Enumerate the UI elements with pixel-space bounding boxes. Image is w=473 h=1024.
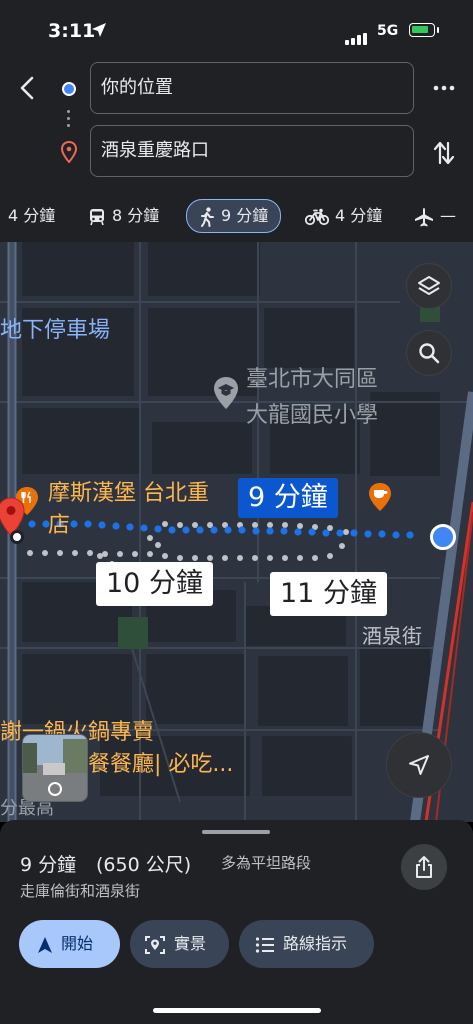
- mode-bike-label: 4 分鐘: [335, 206, 383, 225]
- mode-transit[interactable]: 8 分鐘: [88, 200, 159, 232]
- battery-icon: [409, 23, 439, 37]
- home-indicator[interactable]: [153, 1008, 321, 1013]
- mode-walk-label: 9 分鐘: [221, 206, 269, 225]
- summary-via: 走庫倫街和酒泉街: [20, 882, 141, 900]
- school-pin-icon[interactable]: [212, 376, 240, 410]
- mode-drive[interactable]: 4 分鐘: [8, 200, 55, 232]
- status-bar: 3:11 5G: [0, 0, 473, 60]
- navigation-arrow-icon: [409, 755, 429, 775]
- parking-label[interactable]: 地下停車場: [0, 312, 110, 344]
- restaurant-label-line1: 摩斯漢堡 台北重: [48, 481, 209, 506]
- summary-distance: (650 公尺): [96, 854, 192, 876]
- route-summary-sheet: 9 分鐘 (650 公尺) 多為平坦路段 走庫倫街和酒泉街 開始 實景 路線指示: [0, 820, 473, 1024]
- mode-drive-label: 4 分鐘: [8, 206, 56, 225]
- back-arrow-icon[interactable]: [14, 74, 42, 102]
- live-view-label: 實景: [174, 934, 207, 953]
- street-label: 酒泉街: [362, 624, 422, 648]
- street-view-thumbnail[interactable]: [22, 734, 88, 802]
- mode-bike[interactable]: 4 分鐘: [304, 200, 383, 232]
- route-time-alt-1[interactable]: 10 分鐘: [96, 562, 213, 606]
- network-type: 5G: [377, 23, 399, 39]
- navigation-start-icon: [38, 936, 52, 953]
- start-label: 開始: [61, 934, 94, 953]
- live-view-button[interactable]: 實景: [130, 920, 229, 968]
- route-time-alt-2[interactable]: 11 分鐘: [270, 572, 387, 616]
- mode-transit-label: 8 分鐘: [112, 206, 160, 225]
- share-button[interactable]: [401, 844, 447, 890]
- travel-mode-bar: 4 分鐘 8 分鐘 9 分鐘 4 分鐘 —: [0, 196, 473, 236]
- drag-handle[interactable]: [202, 830, 270, 834]
- street-view-image: [23, 735, 87, 801]
- destination-field[interactable]: 酒泉重慶路口: [90, 125, 414, 177]
- school-label[interactable]: 臺北市大同區 大龍國民小學: [246, 362, 378, 434]
- recenter-button[interactable]: [386, 732, 452, 798]
- more-options-icon[interactable]: [432, 80, 456, 96]
- walk-icon: [201, 206, 214, 227]
- steps-button[interactable]: 路線指示: [239, 920, 374, 968]
- summary-time: 9 分鐘: [20, 854, 77, 876]
- live-view-icon: [145, 935, 165, 954]
- layers-button[interactable]: [406, 263, 452, 309]
- signal-icon: [345, 26, 369, 45]
- route-time-main[interactable]: 9 分鐘: [238, 478, 338, 518]
- mode-flight-label: —: [440, 206, 456, 225]
- layers-icon: [418, 276, 440, 295]
- map-view[interactable]: 地下停車場 臺北市大同區 大龍國民小學 摩斯漢堡 台北重 店 9 分鐘 10 分…: [0, 242, 473, 822]
- route-end-ring-icon: [10, 530, 24, 544]
- cafe-pin-icon[interactable]: [367, 482, 393, 512]
- bike-icon: [304, 208, 330, 225]
- list-icon: [255, 936, 274, 953]
- school-label-line1: 臺北市大同區: [246, 367, 379, 392]
- destination-pin-icon: [60, 141, 78, 163]
- mode-flight[interactable]: —: [414, 200, 456, 232]
- restaurant-label[interactable]: 摩斯漢堡 台北重 店: [36, 478, 209, 542]
- swap-icon[interactable]: [433, 140, 455, 166]
- school-label-line2: 大龍國民小學: [246, 403, 379, 428]
- mode-walk[interactable]: 9 分鐘: [186, 199, 282, 233]
- location-arrow-icon: [92, 23, 106, 37]
- start-button[interactable]: 開始: [19, 920, 120, 968]
- transit-icon: [90, 208, 104, 225]
- plane-icon: [415, 207, 433, 226]
- directions-header: 你的位置 酒泉重慶路口 4 分鐘 8 分鐘 9 分鐘 4 分鐘 —: [0, 60, 473, 242]
- origin-dot-icon: [62, 82, 76, 96]
- connector-dots-icon: [67, 110, 71, 131]
- origin-field[interactable]: 你的位置: [90, 62, 414, 114]
- search-along-route-button[interactable]: [406, 330, 452, 376]
- status-time: 3:11: [48, 20, 96, 42]
- summary-note: 多為平坦路段: [221, 854, 312, 872]
- steps-label: 路線指示: [283, 934, 348, 953]
- restaurant-label-line2: 店: [48, 513, 71, 538]
- current-location-dot[interactable]: [430, 524, 456, 550]
- search-icon: [419, 343, 440, 364]
- share-icon: [416, 856, 432, 878]
